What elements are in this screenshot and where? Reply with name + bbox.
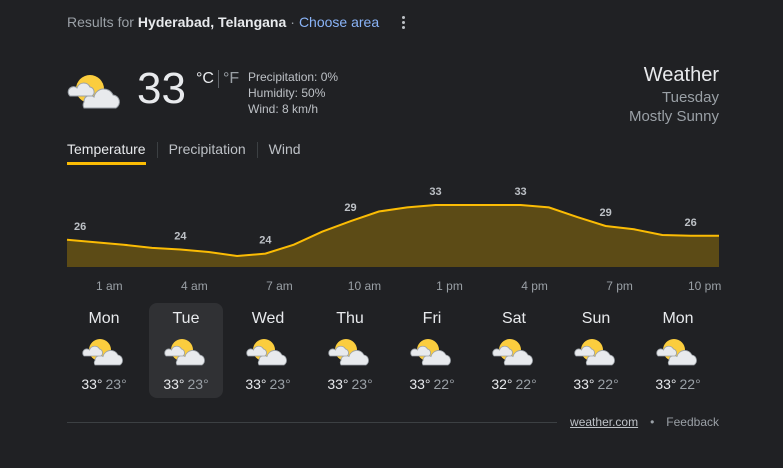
forecast-day-name: Wed [251,310,285,327]
forecast-low: 22° [679,376,701,392]
feedback-link[interactable]: Feedback [666,415,719,429]
forecast-high: 33° [245,376,267,392]
temperature-point-label: 29 [599,207,611,219]
forecast-low: 22° [433,376,455,392]
forecast-temps: 33° 22° [559,376,633,392]
forecast-day-name: Sat [501,310,526,327]
hour-labels: 1 am 4 am 7 am 10 am 1 pm 4 pm 7 pm 10 pm [67,279,722,293]
temperature-point-label: 29 [344,202,356,214]
forecast-day[interactable]: Sat 32° 22° [477,303,551,398]
forecast-day[interactable]: Mon 33° 23° [67,303,141,398]
forecast-temps: 33° 23° [313,376,387,392]
forecast-high: 33° [81,376,103,392]
forecast-low: 23° [269,376,291,392]
hour-tick-label: 10 am [347,279,382,293]
forecast-low: 22° [597,376,619,392]
footer-bullet: • [650,415,655,429]
temperature-chart[interactable]: 26 24 24 29 33 33 29 26 [0,0,783,275]
footer: weather.com • Feedback [570,415,719,429]
weather-source-link[interactable]: weather.com [570,415,638,429]
temperature-point-label: 24 [259,235,272,247]
forecast-temps: 32° 22° [477,376,551,392]
forecast-low: 22° [515,376,537,392]
forecast-day[interactable]: Fri 33° 22° [395,303,469,398]
forecast-temps: 33° 23° [231,376,305,392]
forecast-day-name: Thu [336,310,364,327]
hour-tick-label: 4 am [181,279,208,293]
temperature-area [67,205,719,267]
forecast-high: 33° [655,376,677,392]
hour-tick-label: 1 am [96,279,123,293]
forecast-day-name: Sun [581,310,611,327]
forecast-temps: 33° 23° [67,376,141,392]
forecast-high: 33° [163,376,185,392]
forecast-day-name: Mon [88,310,120,327]
forecast-temps: 33° 23° [149,376,223,392]
partly-sunny-icon [574,339,615,366]
partly-sunny-icon [328,339,369,366]
forecast-low: 23° [351,376,373,392]
forecast-day[interactable]: Thu 33° 23° [313,303,387,398]
temperature-point-label: 33 [429,186,441,198]
partly-sunny-icon [656,339,697,366]
forecast-high: 32° [491,376,513,392]
hour-tick-label: 7 am [266,279,293,293]
forecast-day[interactable]: Sun 33° 22° [559,303,633,398]
partly-sunny-icon [82,339,123,366]
footer-divider [67,422,557,423]
forecast-low: 23° [105,376,127,392]
forecast-day-name: Mon [662,310,694,327]
forecast-temps: 33° 22° [395,376,469,392]
temperature-point-label: 33 [514,186,526,198]
forecast-high: 33° [327,376,349,392]
temperature-point-label: 26 [74,221,86,233]
forecast-temps: 33° 22° [641,376,715,392]
temperature-point-label: 26 [685,217,697,229]
temperature-point-label: 24 [174,231,187,243]
hour-tick-label: 7 pm [606,279,633,293]
partly-sunny-icon [246,339,287,366]
forecast-day[interactable]: Wed 33° 23° [231,303,305,398]
forecast-day[interactable]: Mon 33° 22° [641,303,715,398]
partly-sunny-icon [410,339,451,366]
hour-tick-label: 1 pm [436,279,463,293]
hour-tick-label: 4 pm [521,279,548,293]
forecast-day-name: Fri [422,310,442,327]
forecast-day[interactable]: Tue 33° 23° [149,303,223,398]
partly-sunny-icon [492,339,533,366]
hour-tick-label: 10 pm [687,279,722,293]
daily-forecast: Mon 33° 23° Tue 33° 23° Wed 33° 23° Thu 33° 23° Fri 3… [67,303,719,399]
partly-sunny-icon [164,339,205,366]
forecast-high: 33° [409,376,431,392]
forecast-day-name: Tue [172,310,200,327]
forecast-high: 33° [573,376,595,392]
forecast-low: 23° [187,376,209,392]
